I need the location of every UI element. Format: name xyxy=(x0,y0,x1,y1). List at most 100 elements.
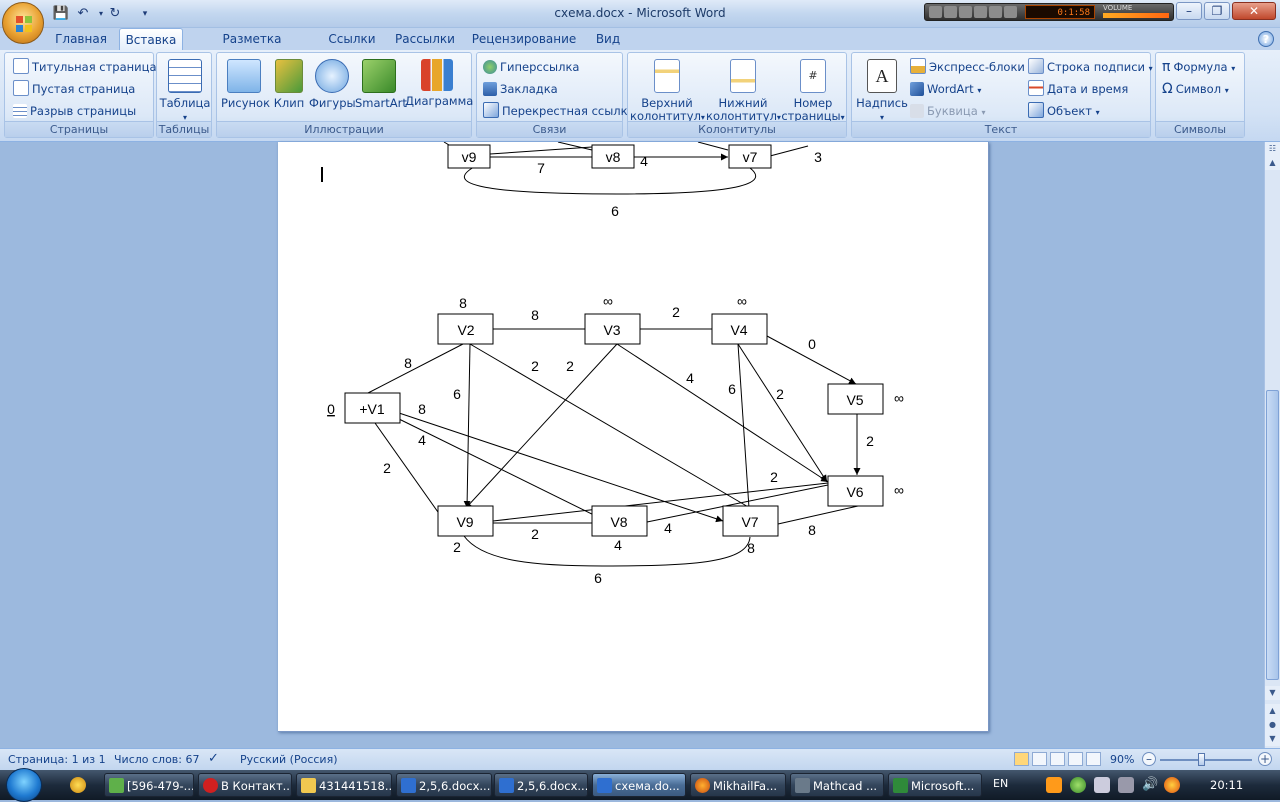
undo-icon[interactable]: ↶ xyxy=(74,5,92,23)
tab-view[interactable]: Вид xyxy=(588,28,628,50)
web-layout-view-icon[interactable] xyxy=(1050,752,1065,766)
scroll-down-icon[interactable]: ▼ xyxy=(1265,686,1280,700)
page-count-status[interactable]: Страница: 1 из 1 xyxy=(8,753,106,766)
picture-button[interactable]: Рисунок xyxy=(221,59,270,110)
media-button[interactable] xyxy=(989,6,1002,18)
table-button[interactable]: Таблица ▾ xyxy=(159,59,211,124)
ribbon: Титульная страница ▾ Пустая страница Раз… xyxy=(0,50,1280,142)
drop-cap-button[interactable]: Буквица ▾ xyxy=(910,101,985,121)
tray-app-icon[interactable] xyxy=(1164,777,1180,793)
wordart-icon xyxy=(910,82,924,96)
media-button[interactable] xyxy=(1004,6,1017,18)
object-button[interactable]: Объект ▾ xyxy=(1028,101,1100,121)
full-screen-view-icon[interactable] xyxy=(1032,752,1047,766)
tray-media-icon[interactable] xyxy=(1046,777,1062,793)
group-label-illustrations: Иллюстрации xyxy=(217,121,471,137)
clip-icon xyxy=(275,59,303,93)
close-button[interactable]: ✕ xyxy=(1232,2,1276,20)
hyperlink-button[interactable]: Гиперссылка xyxy=(483,57,579,77)
start-button[interactable] xyxy=(6,768,42,802)
office-button[interactable] xyxy=(2,2,44,44)
folder-icon xyxy=(301,778,316,793)
help-icon[interactable]: ? xyxy=(1258,31,1274,47)
textbox-button[interactable]: A Надпись ▾ xyxy=(856,59,908,124)
minimize-button[interactable]: – xyxy=(1176,2,1202,20)
outline-view-icon[interactable] xyxy=(1068,752,1083,766)
tab-review[interactable]: Рецензирование xyxy=(468,28,580,50)
hyperlink-icon xyxy=(483,60,497,74)
taskbar-item[interactable]: Microsoft... xyxy=(888,773,982,797)
taskbar-item-label: 431441518... xyxy=(319,779,392,793)
cover-page-button[interactable]: Титульная страница ▾ xyxy=(13,57,164,77)
date-time-button[interactable]: Дата и время xyxy=(1028,79,1128,99)
draft-view-icon[interactable] xyxy=(1086,752,1101,766)
zoom-out-icon[interactable]: – xyxy=(1142,752,1156,766)
tab-page-layout[interactable]: Разметка страницы xyxy=(190,28,314,68)
blank-page-button[interactable]: Пустая страница xyxy=(13,79,135,99)
taskbar-item-active[interactable]: схема.do... xyxy=(592,773,686,797)
zoom-slider-thumb[interactable] xyxy=(1198,753,1205,766)
bookmark-button[interactable]: Закладка xyxy=(483,79,558,99)
chart-icon xyxy=(421,59,453,91)
cross-reference-button[interactable]: Перекрестная ссылка xyxy=(483,101,635,121)
chart-button[interactable]: Диаграмма xyxy=(405,59,473,108)
redo-icon[interactable]: ↻ xyxy=(106,5,124,23)
taskbar-item[interactable]: [596-479-... xyxy=(104,773,194,797)
tab-home[interactable]: Главная xyxy=(48,28,114,50)
top-weight: 4 xyxy=(640,153,648,169)
smartart-button[interactable]: SmartArt xyxy=(355,59,407,110)
node-v8-label: V8 xyxy=(610,514,627,530)
previous-page-icon[interactable]: ▲ xyxy=(1265,704,1280,718)
tab-insert[interactable]: Вставка xyxy=(119,28,183,50)
save-icon[interactable]: 💾 xyxy=(52,5,70,23)
page-number-button[interactable]: # Номер страницы▾ xyxy=(780,59,846,124)
tray-network-icon[interactable] xyxy=(1118,777,1134,793)
print-layout-view-icon[interactable] xyxy=(1014,752,1029,766)
wordart-button[interactable]: WordArt ▾ xyxy=(910,79,981,99)
scroll-up-icon[interactable]: ▲ xyxy=(1265,156,1280,170)
equation-label: Формула xyxy=(1173,60,1228,74)
footer-button[interactable]: Нижний колонтитул▾ xyxy=(706,59,781,124)
language-status[interactable]: Русский (Россия) xyxy=(240,753,338,766)
tray-device-icon[interactable] xyxy=(1094,777,1110,793)
media-button[interactable] xyxy=(959,6,972,18)
shapes-button[interactable]: Фигуры xyxy=(309,59,356,110)
quick-launch-icon[interactable] xyxy=(70,777,86,793)
zoom-slider-track[interactable] xyxy=(1160,759,1252,761)
symbol-button[interactable]: Ω Символ ▾ xyxy=(1162,79,1229,99)
tab-references[interactable]: Ссылки xyxy=(322,28,382,50)
vertical-scrollbar[interactable]: ☷ ▲ ▼ ▲ ● ▼ xyxy=(1264,142,1280,748)
scroll-thumb[interactable] xyxy=(1266,390,1279,680)
top-weight: 3 xyxy=(814,149,822,165)
header-button[interactable]: Верхний колонтитул▾ xyxy=(630,59,705,124)
quick-parts-button[interactable]: Экспресс-блоки ▾ xyxy=(910,57,1033,77)
browse-object-icon[interactable]: ● xyxy=(1265,718,1280,732)
equation-button[interactable]: π Формула ▾ xyxy=(1162,57,1235,77)
taskbar-item[interactable]: В Контакт... xyxy=(198,773,292,797)
language-indicator[interactable]: EN xyxy=(993,777,1008,790)
customize-icon[interactable]: ▾ xyxy=(136,5,154,23)
zoom-in-icon[interactable]: + xyxy=(1258,752,1272,766)
signature-line-button[interactable]: Строка подписи ▾ xyxy=(1028,57,1153,77)
zoom-level[interactable]: 90% xyxy=(1110,753,1134,766)
clip-button[interactable]: Клип xyxy=(271,59,307,110)
tray-volume-icon[interactable]: 🔊 xyxy=(1142,777,1158,793)
taskbar-item[interactable]: 431441518... xyxy=(296,773,392,797)
taskbar-item[interactable]: Mathcad ... xyxy=(790,773,884,797)
taskbar-item[interactable]: 2,5,6.docx... xyxy=(494,773,588,797)
media-button[interactable] xyxy=(944,6,957,18)
media-button[interactable] xyxy=(974,6,987,18)
tab-mailings[interactable]: Рассылки xyxy=(390,28,460,50)
tray-clover-icon[interactable] xyxy=(1070,777,1086,793)
next-page-icon[interactable]: ▼ xyxy=(1265,732,1280,746)
taskbar-item[interactable]: MikhailFa... xyxy=(690,773,786,797)
maximize-button[interactable]: ❐ xyxy=(1204,2,1230,20)
ruler-toggle-icon[interactable]: ☷ xyxy=(1265,142,1280,156)
media-button[interactable] xyxy=(929,6,942,18)
word-count-status[interactable]: Число слов: 67 xyxy=(114,753,200,766)
taskbar-item[interactable]: 2,5,6.docx... xyxy=(396,773,492,797)
volume-slider[interactable] xyxy=(1103,13,1169,18)
clock[interactable]: 20:11 xyxy=(1210,778,1243,792)
page-break-button[interactable]: Разрыв страницы xyxy=(13,101,136,121)
proofing-icon[interactable]: ✓ xyxy=(208,751,219,766)
